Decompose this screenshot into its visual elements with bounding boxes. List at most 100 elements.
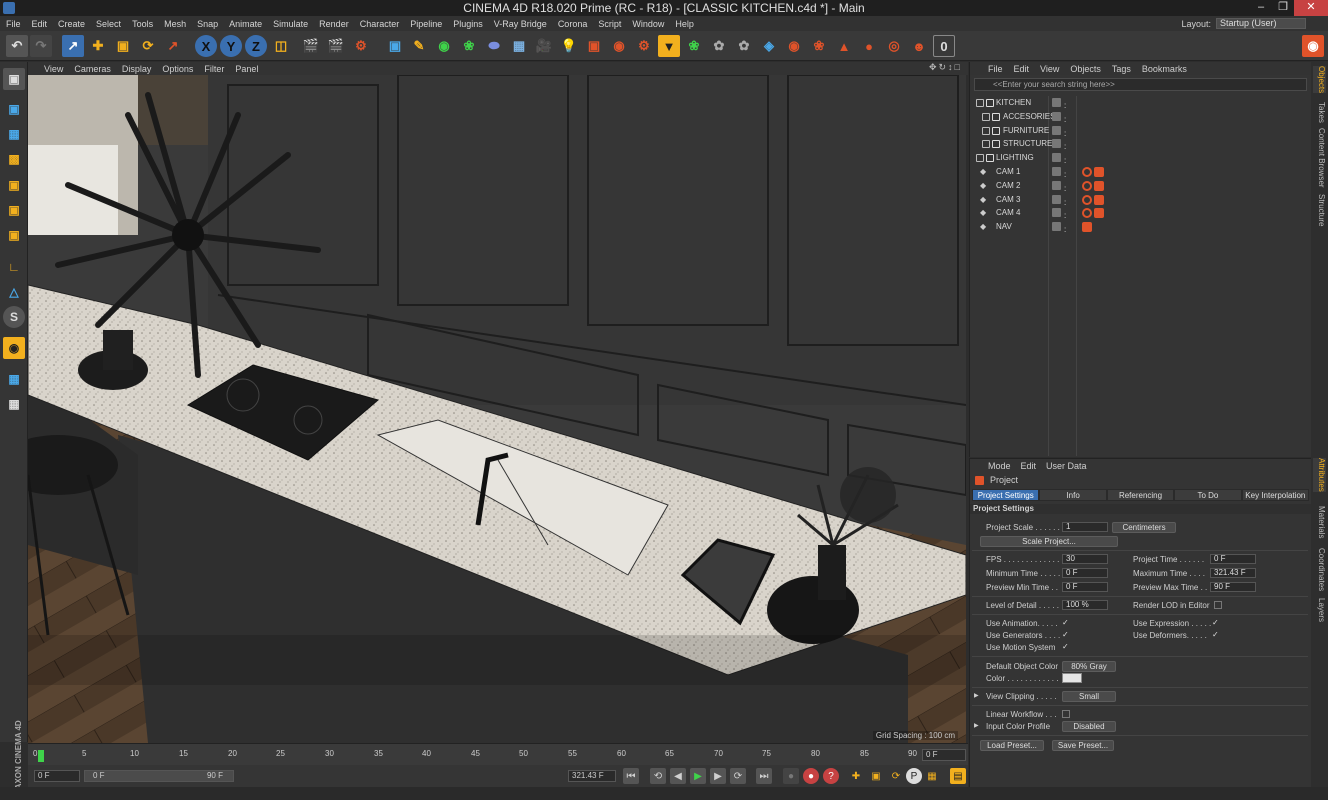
am-menu-edit[interactable]: Edit [1021,461,1037,471]
soft-selection-icon[interactable]: ◉ [3,337,25,359]
tree-row-structure[interactable]: STRUCTURE : [970,137,1312,151]
menu-character[interactable]: Character [360,19,400,29]
visibility-dots-icon[interactable]: : [1064,168,1068,179]
close-icon[interactable]: ✕ [1294,0,1328,16]
x-axis-icon[interactable]: X [195,35,217,57]
z-axis-icon[interactable]: Z [245,35,267,57]
vray-camera-tag-icon[interactable] [1094,180,1104,191]
menu-corona[interactable]: Corona [558,19,588,29]
layout-select[interactable]: Startup (User) [1216,18,1306,29]
corona-sky-icon[interactable]: ◎ [883,35,905,57]
menu-mesh[interactable]: Mesh [164,19,186,29]
menu-create[interactable]: Create [58,19,85,29]
menu-snap[interactable]: Snap [197,19,218,29]
menu-file[interactable]: File [6,19,21,29]
viewport-3d[interactable]: Grid Spacing : 100 cm [28,75,966,743]
tree-row-furniture[interactable]: FURNITURE : [970,124,1312,138]
recent-tools-icon[interactable]: ↗ [162,35,184,57]
om-menu-objects[interactable]: Objects [1070,64,1101,74]
vray-render-icon[interactable]: ▼ [658,35,680,57]
minimize-icon[interactable]: – [1250,0,1272,16]
tree-row-accesories[interactable]: ACCESORIES : [970,110,1312,124]
tab-to-do[interactable]: To Do [1174,489,1242,501]
vray-camera-tag-icon[interactable] [1094,208,1104,219]
layer-toggle-icon[interactable] [1052,111,1061,121]
expand-icon[interactable] [976,99,984,107]
script-icon[interactable]: ✿ [708,35,730,57]
visibility-dots-icon[interactable]: : [1064,154,1068,165]
menu-render[interactable]: Render [319,19,349,29]
planar-workplane-icon[interactable]: ▦ [3,393,25,415]
layer-toggle-icon[interactable] [1052,208,1061,218]
tree-row-cam-2[interactable]: ◆ CAM 2 : [970,179,1312,193]
snap-icon[interactable]: S [3,306,25,328]
autokey-icon[interactable]: ● [803,768,819,784]
maximum-time-input[interactable]: 321.43 F [1210,568,1256,578]
om-menu-view[interactable]: View [1040,64,1059,74]
project-time-input[interactable]: 0 F [1210,554,1256,564]
live-selection-icon[interactable]: ↗ [62,35,84,57]
layer-toggle-icon[interactable] [1052,180,1061,190]
visibility-dots-icon[interactable]: : [1064,209,1068,220]
load-preset-button[interactable]: Load Preset... [980,740,1044,751]
timeline[interactable]: 0 5 10 15 20 25 30 35 40 45 50 55 60 65 … [28,743,968,765]
tab-takes[interactable]: Takes [1313,102,1326,123]
visibility-dots-icon[interactable]: : [1064,113,1068,124]
tab-layers[interactable]: Layers [1313,598,1326,622]
points-mode-icon[interactable]: ▣ [3,174,25,196]
cube-icon[interactable]: ▣ [384,35,406,57]
keyframe-selection-icon[interactable]: ? [823,768,839,784]
project-scale-input[interactable]: 1 [1062,522,1108,532]
protection-tag-icon[interactable] [1082,194,1092,205]
tab-key-interpolation[interactable]: Key Interpolation [1241,489,1310,501]
tab-project-settings[interactable]: Project Settings [972,489,1040,501]
menu-simulate[interactable]: Simulate [273,19,308,29]
use-animation-checkbox[interactable]: ✓ [1062,619,1070,627]
om-menu-bookmarks[interactable]: Bookmarks [1142,64,1187,74]
vray-light-icon[interactable]: ◉ [608,35,630,57]
expand-icon[interactable] [982,126,990,135]
preview-range-slider[interactable]: 0 F 90 F [84,770,234,782]
layer-toggle-icon[interactable] [1052,222,1061,232]
visibility-dots-icon[interactable]: : [1064,196,1068,207]
key-pla-icon[interactable]: ▦ [924,768,940,784]
tree-row-cam-3[interactable]: ◆ CAM 3 : [970,193,1312,207]
layer-toggle-icon[interactable] [1052,98,1061,107]
visibility-dots-icon[interactable]: : [1064,140,1068,151]
tree-row-cam-1[interactable]: ◆ CAM 1 : [970,165,1312,179]
xpresso-icon[interactable]: ❀ [683,35,705,57]
menu-edit[interactable]: Edit [32,19,48,29]
input-color-profile-select[interactable]: Disabled [1062,721,1116,732]
om-menu-file[interactable]: File [988,64,1003,74]
scale-icon[interactable]: ▣ [112,35,134,57]
locked-workplane-icon[interactable]: ▦ [3,368,25,390]
corona-icon[interactable]: ◈ [758,35,780,57]
layer-toggle-icon[interactable] [1052,125,1061,135]
tab-content-browser[interactable]: Content Browser [1313,128,1326,188]
use-motion-checkbox[interactable]: ✓ [1062,643,1070,651]
expand-arrow-icon[interactable]: ▶ [974,722,979,729]
layer-toggle-icon[interactable] [1052,194,1061,204]
scale-project-button[interactable]: Scale Project... [980,536,1118,547]
texture-mode-icon[interactable]: ▦ [3,123,25,145]
camera-icon[interactable]: 🎥 [533,35,555,57]
expand-icon[interactable] [976,154,984,163]
script2-icon[interactable]: ✿ [733,35,755,57]
subdivision-icon[interactable]: ◉ [433,35,455,57]
key-rotation-icon[interactable]: ⟳ [888,768,904,784]
record-keys-icon[interactable]: ● [783,768,799,784]
viewport-nav-icons[interactable]: ✥↻↕□ [929,62,962,73]
start-frame-field[interactable]: 0 F [34,770,80,782]
scale-unit-select[interactable]: Centimeters [1112,522,1176,533]
render-picture-viewer-icon[interactable]: 🎬 [325,35,347,57]
om-menu-tags[interactable]: Tags [1112,64,1131,74]
vray-camera-tag-icon[interactable] [1094,194,1104,205]
tree-row-nav[interactable]: ◆ NAV : [970,220,1312,234]
tree-row-cam-4[interactable]: ◆ CAM 4 : [970,206,1312,220]
menu-pipeline[interactable]: Pipeline [410,19,442,29]
layer-zero-icon[interactable]: 0 [933,35,955,57]
save-preset-button[interactable]: Save Preset... [1052,740,1114,751]
render-view-icon[interactable]: 🎬 [300,35,322,57]
tab-info[interactable]: Info [1039,489,1107,501]
layer-toggle-icon[interactable] [1052,153,1061,163]
